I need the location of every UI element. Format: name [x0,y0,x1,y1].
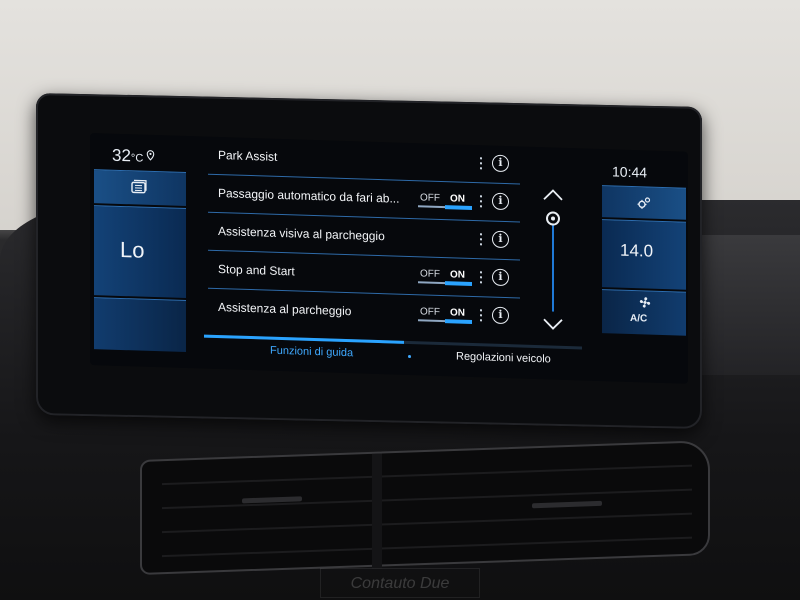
on-off-toggle[interactable]: OFF ON [418,268,472,287]
ac-button[interactable]: A/C [602,289,686,336]
toggle-fill [445,281,472,287]
info-icon[interactable]: i [492,192,509,211]
temperature-setting-button[interactable]: 14.0 [602,219,686,290]
more-options-icon[interactable] [480,157,483,170]
vent-divider [372,453,382,569]
air-vent [140,440,710,575]
ac-label: A/C [630,312,648,325]
on-off-toggle[interactable]: OFF ON [418,306,472,325]
setting-label: Park Assist [218,148,278,164]
more-options-icon[interactable] [480,271,483,284]
chevron-down-icon[interactable] [542,317,564,332]
vent-slat [162,536,692,558]
vent-slat [162,464,692,486]
temperature-setting-value: 14.0 [620,240,654,261]
toggle-off-label: OFF [420,192,440,204]
more-options-icon[interactable] [480,233,483,246]
tab-indicator-track [204,334,582,350]
more-options-icon[interactable] [480,195,483,208]
vent-slat [162,512,692,534]
toggle-on-label: ON [450,307,465,319]
info-icon[interactable]: i [492,268,509,287]
watermark: Contauto Due [320,568,480,598]
toggle-fill [445,319,472,325]
vent-adjuster-right[interactable] [532,500,602,509]
setting-label: Passaggio automatico da fari ab... [218,186,400,206]
left-climate-panel: 32°C Lo [94,141,186,353]
toggle-fill [445,205,472,211]
scroll-thumb[interactable] [546,211,560,226]
toggle-off-label: OFF [420,268,440,280]
scroll-track [552,215,554,312]
settings-list: Park Assist i Passaggio automatico da fa… [208,136,520,337]
tab-active-indicator [204,334,404,344]
outside-temperature: 32°C [112,146,155,167]
infotainment-screen: 32°C Lo Park Assist i Passaggio automati… [90,133,688,384]
chevron-up-icon[interactable] [542,187,564,202]
right-climate-panel: 10:44 14.0 A/C [602,157,686,360]
settings-button[interactable] [602,185,686,220]
tab-separator-dot [408,354,411,359]
toggle-on-label: ON [450,193,465,205]
list-scrollbar[interactable] [538,187,568,338]
rear-defrost-icon [131,179,147,194]
info-icon[interactable]: i [492,230,509,249]
fan-speed-button[interactable]: Lo [94,205,186,299]
tab-driving-functions[interactable]: Funzioni di guida [270,345,353,360]
info-icon[interactable]: i [492,154,509,173]
gear-icon [637,197,651,209]
setting-label: Assistenza al parcheggio [218,300,352,319]
toggle-off-label: OFF [420,306,440,318]
info-icon[interactable]: i [492,306,509,325]
temperature-value: 32 [112,145,131,166]
toggle-on-label: ON [450,269,465,281]
fan-level: Lo [120,236,145,263]
left-climate-bottom-button[interactable] [94,297,186,353]
clock: 10:44 [612,163,648,181]
temperature-unit: °C [130,152,144,165]
setting-label: Stop and Start [218,262,295,279]
tab-vehicle-settings[interactable]: Regolazioni veicolo [456,351,551,366]
seat-heating-button[interactable] [94,169,186,207]
on-off-toggle[interactable]: OFF ON [418,192,472,211]
location-pin-icon [146,150,155,161]
setting-label: Assistenza visiva al parcheggio [218,224,385,244]
fan-icon [639,297,651,308]
more-options-icon[interactable] [480,309,483,322]
